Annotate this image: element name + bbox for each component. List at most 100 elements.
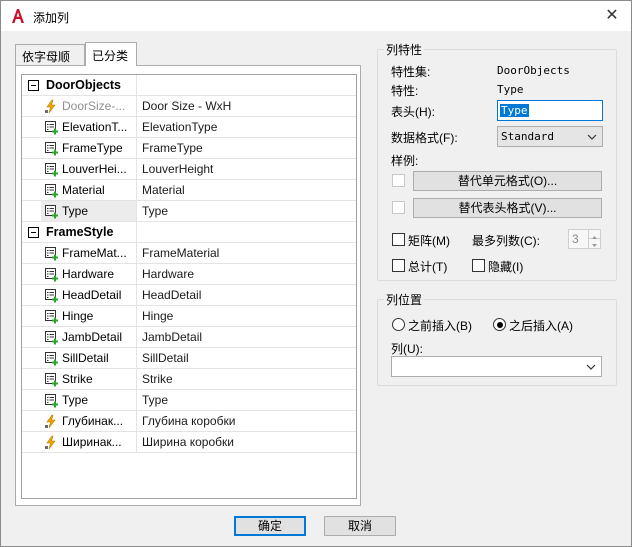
property-name-cell: Type (41, 201, 137, 221)
insert-after-radio[interactable] (493, 318, 506, 331)
grid-property-row[interactable]: FrameType FrameType (22, 138, 356, 159)
grid-category-row[interactable]: DoorObjects (22, 75, 356, 96)
property-value: JambDetail (142, 330, 203, 344)
property-name: Type (62, 393, 89, 407)
tab-label: 已分类 (92, 49, 129, 63)
property-value: Hinge (142, 309, 174, 323)
grid-property-row[interactable]: JambDetail JambDetail (22, 327, 356, 348)
grid-property-row[interactable]: LouverHei... LouverHeight (22, 159, 356, 180)
max-columns-stepper[interactable]: 3 (568, 229, 601, 249)
insert-before-radio[interactable] (392, 318, 405, 331)
grid-property-row[interactable]: ElevationT... ElevationType (22, 117, 356, 138)
max-columns-value: 3 (572, 232, 579, 246)
property-name-cell: FrameType (41, 138, 137, 158)
grid-property-row[interactable]: Hardware Hardware (22, 264, 356, 285)
chevron-down-icon (592, 244, 597, 247)
property-name-cell: Type (41, 390, 137, 410)
formula-property-icon (45, 414, 56, 429)
category-name: FrameStyle (46, 225, 114, 239)
override-header-format-button[interactable]: 替代表头格式(V)... (413, 198, 602, 218)
property-value: Door Size - WxH (142, 99, 232, 113)
propset-value: DoorObjects (497, 64, 570, 77)
grid-property-row[interactable]: Material Material (22, 180, 356, 201)
grid-property-row[interactable]: SillDetail SillDetail (22, 348, 356, 369)
property-name: LouverHei... (62, 162, 127, 176)
property-value: SillDetail (142, 351, 189, 365)
grid-property-row[interactable]: Глубинак... Глубина коробки (22, 411, 356, 432)
total-checkbox[interactable] (392, 259, 405, 272)
property-grid[interactable]: DoorObjects DoorSize-... Door Size - WxH El… (21, 74, 357, 499)
property-value: LouverHeight (142, 162, 214, 176)
property-value: FrameType (142, 141, 203, 155)
property-add-icon (45, 121, 58, 135)
close-button[interactable]: ✕ (601, 6, 623, 26)
column-label: 列(U): (391, 342, 423, 356)
chevron-down-icon (587, 134, 597, 140)
property-name: Material (62, 183, 105, 197)
property-value: Type (142, 393, 169, 407)
grid-property-row[interactable]: Hinge Hinge (22, 306, 356, 327)
grid-property-row[interactable]: Strike Strike (22, 369, 356, 390)
property-add-icon (45, 205, 58, 219)
hide-checkbox[interactable] (472, 259, 485, 272)
property-add-icon (45, 163, 58, 177)
format-label: 数据格式(F): (391, 131, 458, 145)
property-value: FrameMaterial (142, 246, 220, 260)
property-name: Hinge (62, 309, 94, 323)
hide-label: 隐藏(I) (488, 260, 524, 274)
property-value: Strike (142, 372, 173, 386)
property-name-cell: ElevationT... (41, 117, 137, 137)
header-input[interactable]: Type (497, 100, 603, 121)
override-header-checkbox[interactable] (392, 201, 405, 214)
max-columns-label: 最多列数(C): (472, 234, 540, 248)
sample-label: 样例: (391, 154, 419, 168)
add-column-dialog: 添加列 ✕ 依字母顺序 已分类 DoorObjectsDoorSize-...D… (0, 0, 632, 547)
column-position-title: 列位置 (384, 291, 425, 308)
property-value: Type (142, 204, 169, 218)
grid-property-row[interactable]: FrameMat... FrameMaterial (22, 243, 356, 264)
property-name-cell: Material (41, 180, 137, 200)
property-add-icon (45, 142, 58, 156)
grid-property-row[interactable]: Type Type (22, 201, 356, 222)
grid-property-row[interactable]: Ширинак... Ширина коробки (22, 432, 356, 453)
column-select[interactable] (391, 356, 602, 377)
property-name-cell: LouverHei... (41, 159, 137, 179)
formula-property-icon (45, 99, 56, 114)
property-name: Strike (62, 372, 93, 386)
property-name: Type (62, 204, 89, 218)
property-name: Hardware (62, 267, 115, 281)
property-name: ElevationT... (62, 120, 128, 134)
category-name-cell: FrameStyle (22, 222, 137, 242)
override-cell-checkbox[interactable] (392, 174, 405, 187)
property-name-cell: FrameMat... (41, 243, 137, 263)
header-label: 表头(H): (391, 105, 435, 119)
grid-property-row[interactable]: HeadDetail HeadDetail (22, 285, 356, 306)
property-add-icon (45, 247, 58, 261)
collapse-toggle-icon[interactable] (28, 80, 39, 91)
formula-property-icon (45, 435, 56, 450)
property-add-icon (45, 310, 58, 324)
property-add-icon (45, 289, 58, 303)
tab-categorized[interactable]: 已分类 (85, 42, 137, 66)
grid-property-row[interactable]: Type Type (22, 390, 356, 411)
property-value: Ширина коробки (142, 435, 234, 449)
cancel-button[interactable]: 取消 (324, 516, 396, 536)
matrix-checkbox[interactable] (392, 233, 405, 246)
stepper-up-button[interactable] (588, 230, 600, 239)
ok-button[interactable]: 确定 (234, 516, 306, 536)
collapse-toggle-icon[interactable] (28, 227, 39, 238)
tab-panel: DoorObjects DoorSize-... Door Size - WxH El… (15, 65, 361, 506)
grid-property-row[interactable]: DoorSize-... Door Size - WxH (22, 96, 356, 117)
override-cell-format-button[interactable]: 替代单元格式(O)... (413, 171, 602, 191)
total-label: 总计(T) (408, 260, 448, 274)
property-add-icon (45, 184, 58, 198)
stepper-down-button[interactable] (588, 239, 600, 248)
tab-alphabetical[interactable]: 依字母顺序 (15, 44, 85, 81)
property-name-cell: JambDetail (41, 327, 137, 347)
grid-category-row[interactable]: FrameStyle (22, 222, 356, 243)
property-name: FrameMat... (62, 246, 127, 260)
data-format-select[interactable]: Standard (497, 126, 603, 147)
property-name: HeadDetail (62, 288, 122, 302)
property-name: DoorSize-... (62, 99, 126, 113)
header-input-value: Type (500, 104, 529, 117)
